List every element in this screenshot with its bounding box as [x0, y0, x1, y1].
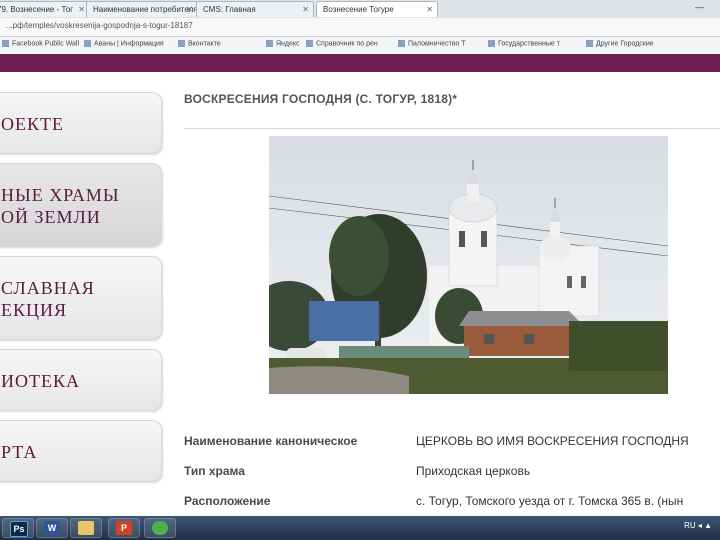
bookmark-item[interactable]: Другие Городские [586, 40, 654, 47]
browser-tab[interactable]: 79. Вознесение - Тог ✕ [0, 1, 90, 17]
tab-title: CMS: Главная [203, 5, 256, 14]
chrome-icon [152, 521, 168, 535]
powerpoint-taskbar-button[interactable]: P [108, 518, 140, 538]
word-icon: W [44, 521, 60, 535]
powerpoint-icon: P [116, 521, 132, 535]
bookmark-icon [178, 40, 185, 47]
photoshop-icon: Ps [10, 521, 28, 537]
table-row: Тип храма Приходская церковь [184, 462, 720, 492]
menu-item-orthodox-section[interactable]: СЛАВНАЯ ЕКЦИЯ [0, 256, 162, 340]
site-header-band [0, 54, 720, 72]
chrome-taskbar-button[interactable] [144, 518, 176, 538]
bookmarks-bar: Facebook Public Wall Аваны | Информация … [0, 37, 720, 55]
detail-value: Приходская церковь [416, 464, 531, 478]
bookmark-icon [266, 40, 273, 47]
bookmark-label: Аваны | Информация [94, 40, 164, 48]
bookmark-icon [2, 40, 9, 47]
tab-close-icon[interactable]: ✕ [186, 2, 193, 17]
tab-close-icon[interactable]: ✕ [426, 2, 433, 17]
tab-title: 79. Вознесение - Тог [0, 5, 74, 14]
photoshop-taskbar-button[interactable]: Ps [2, 518, 34, 538]
address-bar[interactable]: ...рф/temples/voskresenija-gospodnja-s-t… [0, 18, 720, 37]
bookmark-label: Справочник по рен [316, 40, 378, 48]
taskbar: Ps W P RU ◂ ▲ [0, 516, 720, 540]
explorer-icon [78, 521, 94, 535]
bookmark-item[interactable]: Вконтакте [178, 40, 221, 47]
bookmark-label: Вконтакте [188, 40, 221, 48]
detail-value: с. Тогур, Томского уезда от г. Томска 36… [416, 494, 684, 508]
bookmark-icon [306, 40, 313, 47]
tab-close-icon[interactable]: ✕ [78, 2, 85, 17]
bookmark-item[interactable]: Яндекс [266, 40, 300, 47]
bookmark-item[interactable]: Аваны | Информация [84, 40, 164, 47]
church-photo [269, 136, 668, 394]
bookmark-item[interactable]: Справочник по рен [306, 40, 378, 47]
menu-item-label: НЫЕ ХРАМЫ [1, 185, 120, 205]
menu-item-library[interactable]: ИОТЕКА [0, 349, 162, 411]
detail-label: Расположение [184, 494, 271, 508]
bookmark-icon [398, 40, 405, 47]
word-taskbar-button[interactable]: W [36, 518, 68, 538]
menu-item-temples[interactable]: НЫЕ ХРАМЫ ОЙ ЗЕМЛИ [0, 163, 162, 247]
menu-item-label: ОЙ ЗЕМЛИ [1, 207, 101, 227]
tab-close-icon[interactable]: ✕ [302, 2, 309, 17]
bookmark-label: Facebook Public Wall [12, 40, 80, 48]
menu-item-label: ЕКЦИЯ [1, 300, 68, 320]
detail-label: Наименование каноническое [184, 434, 358, 448]
bookmark-icon [488, 40, 495, 47]
table-row: Наименование каноническое ЦЕРКОВЬ ВО ИМЯ… [184, 432, 720, 462]
menu-item-about-project[interactable]: ОЕКТЕ [0, 92, 162, 154]
detail-value: ЦЕРКОВЬ ВО ИМЯ ВОСКРЕСЕНИЯ ГОСПОДНЯ [416, 434, 689, 448]
menu-item-label: СЛАВНАЯ [1, 278, 95, 298]
system-tray[interactable]: RU ◂ ▲ [684, 521, 712, 530]
bookmark-item[interactable]: Паломничество Т [398, 40, 466, 47]
menu-item-label: ОЕКТЕ [1, 114, 64, 134]
browser-tab[interactable]: CMS: Главная ✕ [196, 1, 314, 17]
bookmark-label: Паломничество Т [408, 40, 466, 48]
menu-item-label: РТА [1, 442, 38, 462]
bookmark-label: Яндекс [276, 40, 300, 48]
divider [184, 128, 720, 129]
bookmark-label: Другие Городские [596, 40, 654, 48]
browser-tab-active[interactable]: Вознесение Тогуре ✕ [316, 1, 438, 17]
tab-title: Наименование потребителя [93, 5, 198, 14]
menu-item-label: ИОТЕКА [1, 371, 80, 391]
bookmark-label: Государственные т [498, 40, 560, 48]
browser-tab[interactable]: Наименование потребителя ✕ [86, 1, 198, 17]
temple-details-table: Наименование каноническое ЦЕРКОВЬ ВО ИМЯ… [184, 432, 720, 522]
page-title: ВОСКРЕСЕНИЯ ГОСПОДНЯ (С. ТОГУР, 1818)* [184, 92, 458, 106]
menu-item-map[interactable]: РТА [0, 420, 162, 482]
explorer-taskbar-button[interactable] [70, 518, 102, 538]
detail-label: Тип храма [184, 464, 245, 478]
bookmark-item[interactable]: Государственные т [488, 40, 560, 47]
bookmark-icon [84, 40, 91, 47]
bookmark-icon [586, 40, 593, 47]
url-text: ...рф/temples/voskresenija-gospodnja-s-t… [6, 21, 193, 30]
browser-tab-bar: 79. Вознесение - Тог ✕ Наименование потр… [0, 0, 720, 19]
window-minimize-icon[interactable]: — [695, 2, 704, 12]
bookmark-item[interactable]: Facebook Public Wall [2, 40, 79, 47]
tab-title: Вознесение Тогуре [323, 5, 394, 14]
